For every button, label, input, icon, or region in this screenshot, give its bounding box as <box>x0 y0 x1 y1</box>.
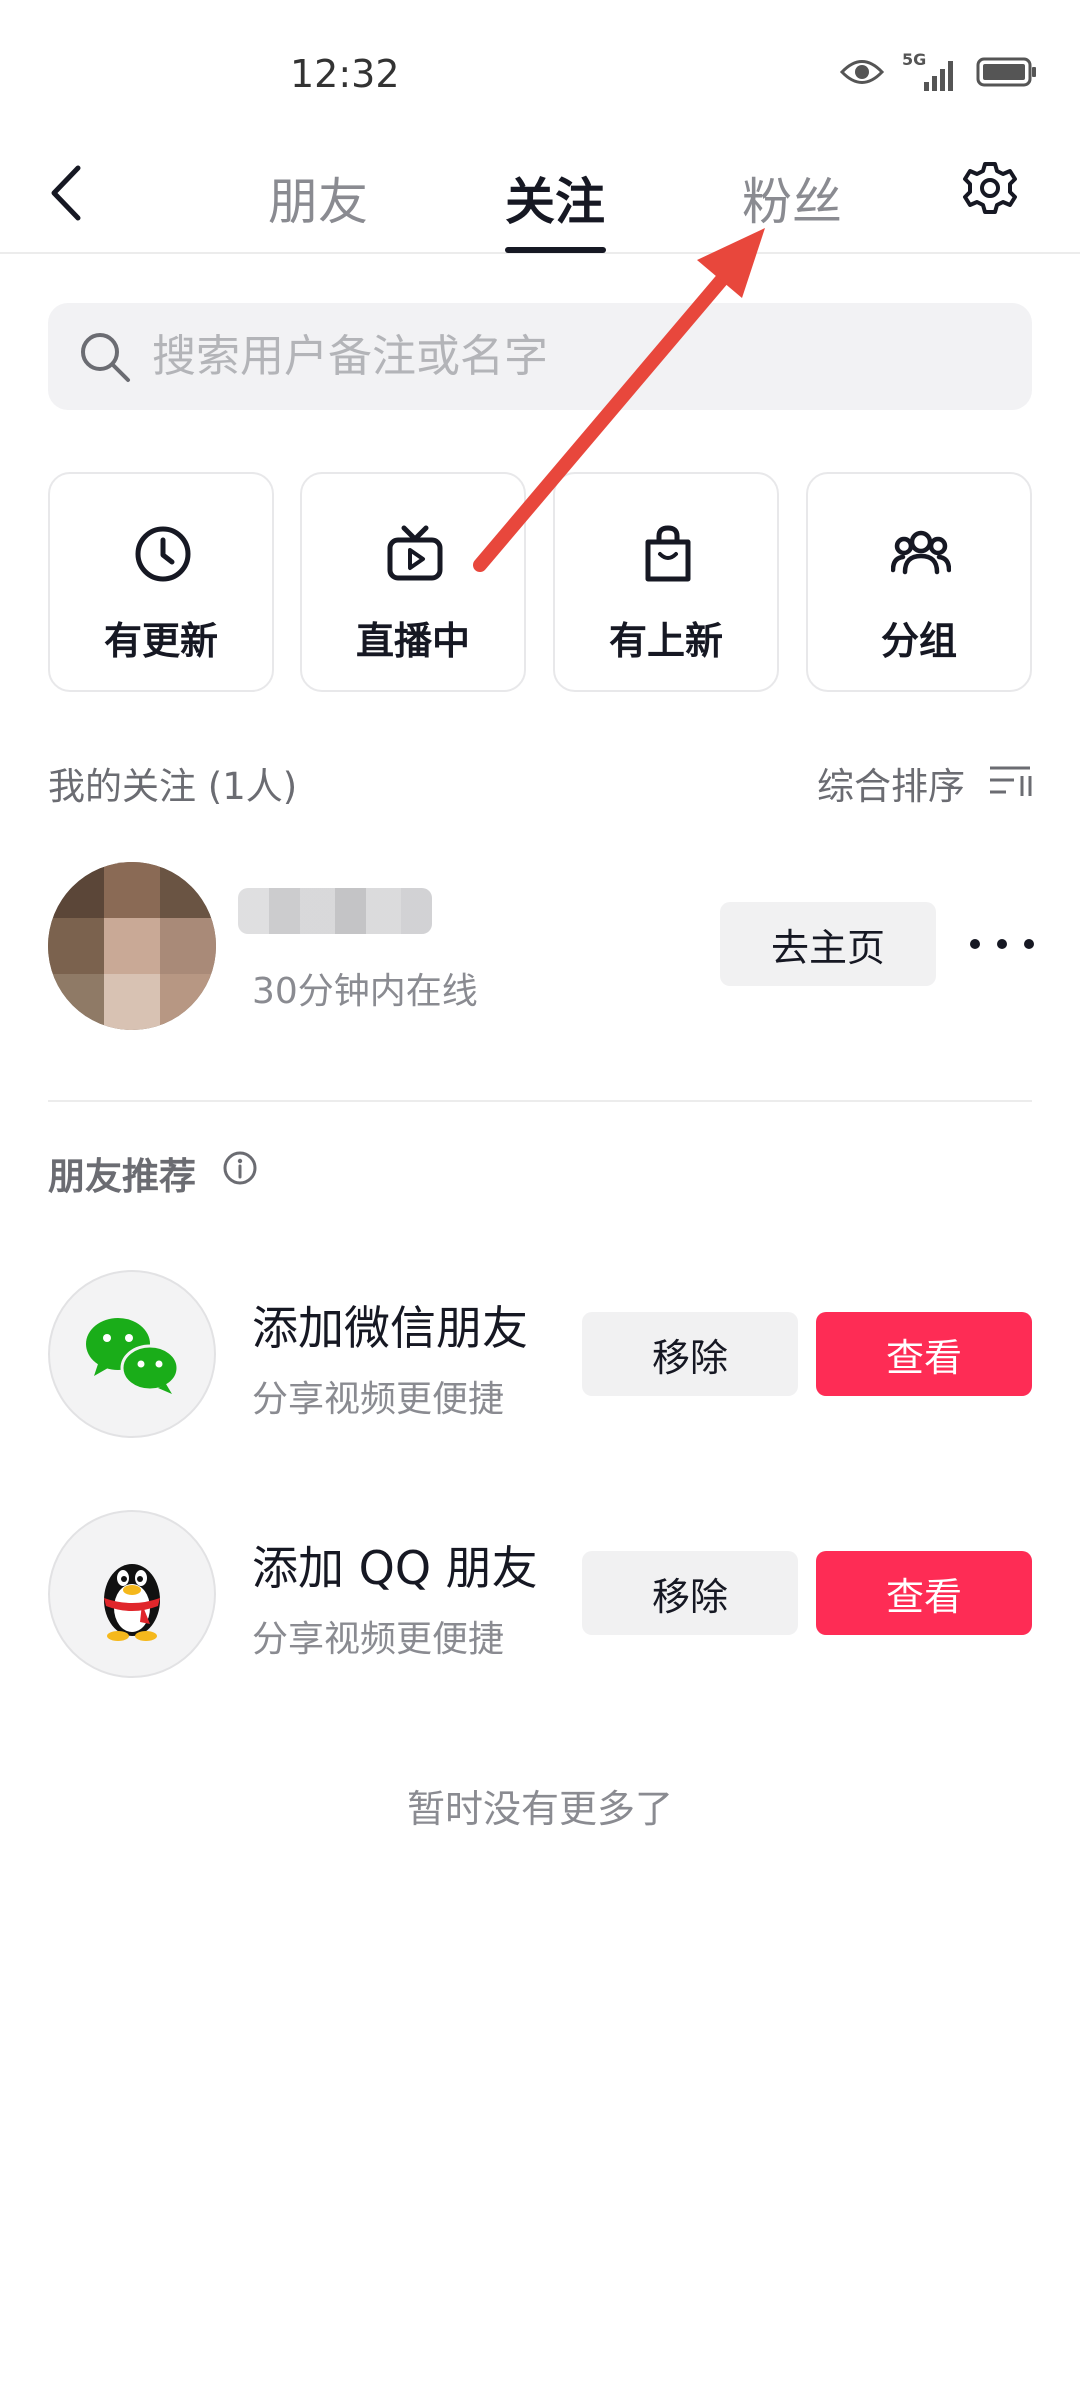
status-time: 12:32 <box>290 52 400 96</box>
online-status: 30分钟内在线 <box>252 971 478 1012</box>
qq-penguin-icon <box>104 1564 160 1641</box>
back-button[interactable] <box>44 160 96 226</box>
blurred-username <box>238 888 432 934</box>
search-icon <box>78 330 132 384</box>
filter-card-label: 直播中 <box>355 619 470 663</box>
filter-card-label: 分组 <box>880 619 957 663</box>
status-icons: 5G <box>839 50 1038 92</box>
tab-following[interactable]: 关注 <box>505 162 605 234</box>
tab-friends[interactable]: 朋友 <box>268 162 368 234</box>
sort-icon[interactable] <box>988 762 1032 798</box>
filter-card-label: 有上新 <box>608 619 723 663</box>
following-count-header: 我的关注 (1人) <box>48 765 298 808</box>
search-input[interactable] <box>152 320 972 392</box>
add-wechat-title: 添加微信朋友 <box>252 1301 528 1355</box>
remove-wechat-button[interactable]: 移除 <box>582 1312 798 1396</box>
go-homepage-button[interactable]: 去主页 <box>720 902 936 986</box>
remove-qq-button[interactable]: 移除 <box>582 1551 798 1635</box>
end-of-list-message: 暂时没有更多了 <box>406 1787 673 1831</box>
shopping-bag-icon <box>638 524 698 584</box>
back-arrow-icon <box>51 165 81 221</box>
more-dot-icon <box>997 939 1007 949</box>
qq-avatar[interactable] <box>48 1510 216 1678</box>
sort-button[interactable]: 综合排序 <box>817 756 965 810</box>
filter-card-label: 有更新 <box>103 619 218 663</box>
section-divider <box>48 1100 1032 1102</box>
battery-icon <box>976 56 1038 92</box>
add-qq-subtitle: 分享视频更便捷 <box>252 1619 505 1660</box>
live-tv-icon <box>385 524 445 584</box>
settings-button[interactable] <box>962 160 1018 216</box>
view-wechat-button[interactable]: 查看 <box>816 1312 1032 1396</box>
filter-card-updated[interactable]: 有更新 <box>48 472 274 692</box>
add-wechat-subtitle: 分享视频更便捷 <box>252 1379 505 1420</box>
tab-followers[interactable]: 粉丝 <box>742 162 842 234</box>
filter-card-new-products[interactable]: 有上新 <box>553 472 779 692</box>
active-tab-indicator <box>505 247 606 253</box>
view-qq-button[interactable]: 查看 <box>816 1551 1032 1635</box>
info-icon[interactable] <box>222 1150 258 1186</box>
clock-icon <box>133 524 193 584</box>
signal-5g-icon: 5G <box>902 50 958 92</box>
more-dot-icon <box>1024 939 1034 949</box>
wechat-avatar[interactable] <box>48 1270 216 1438</box>
eye-icon <box>839 57 885 91</box>
more-options-button[interactable] <box>970 922 1034 966</box>
filter-card-groups[interactable]: 分组 <box>806 472 1032 692</box>
more-dot-icon <box>970 939 980 949</box>
group-icon <box>890 524 952 584</box>
recommendations-title: 朋友推荐 <box>48 1155 196 1198</box>
add-qq-title: 添加 QQ 朋友 <box>252 1541 538 1595</box>
avatar[interactable] <box>48 862 216 1030</box>
wechat-icon <box>86 1318 180 1394</box>
filter-card-live[interactable]: 直播中 <box>300 472 526 692</box>
gear-icon <box>963 162 1017 214</box>
